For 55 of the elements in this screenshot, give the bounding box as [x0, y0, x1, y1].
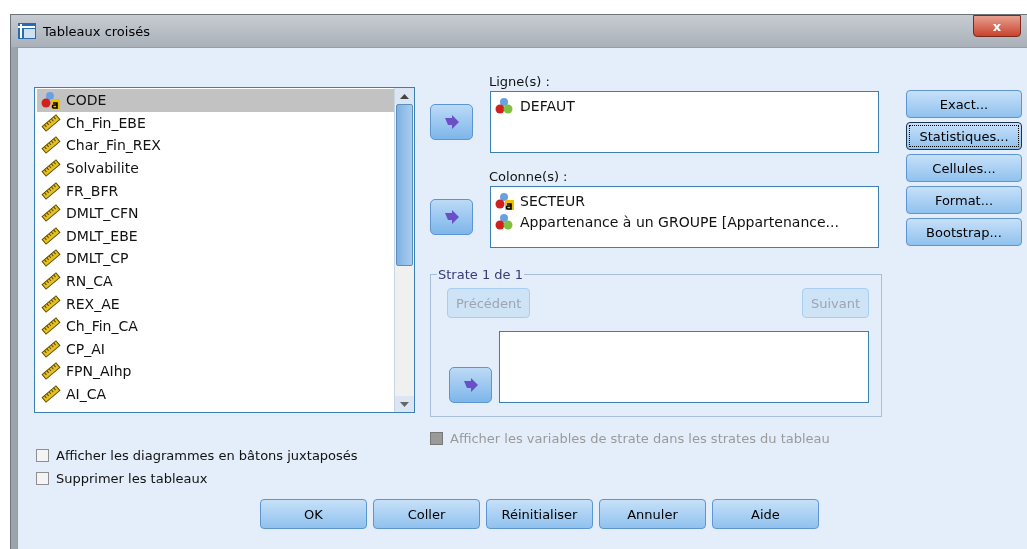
dialog-button[interactable]: Statistiques... [906, 122, 1022, 150]
variable-item[interactable]: FPN_AIhp [37, 360, 394, 383]
arrow-right-icon [443, 115, 460, 129]
scrollbar[interactable] [394, 88, 414, 412]
target-label: Colonne(s) : [489, 169, 569, 186]
variable-item[interactable]: RN_CA [37, 269, 394, 293]
crosstab-icon [17, 22, 37, 40]
variable-item[interactable]: REX_AE [37, 292, 394, 315]
variable-item[interactable]: CP_AI [37, 337, 394, 361]
nominal-string-icon [41, 91, 61, 110]
target-item[interactable]: Appartenance à un GROUPE [Appartenance... [495, 211, 874, 232]
variable-item[interactable]: DMLT_CP [37, 247, 394, 270]
dialog-button[interactable]: Cellules... [906, 154, 1022, 182]
dialog-button[interactable]: Format... [906, 186, 1022, 214]
scroll-up-icon[interactable] [400, 93, 409, 99]
dialog-button[interactable]: OK [260, 499, 367, 529]
arrow-right-icon [462, 378, 479, 392]
target-item[interactable]: SECTEUR [495, 190, 874, 211]
variable-item[interactable]: DMLT_CFN [37, 201, 394, 225]
target-list[interactable]: SECTEUR Appartenance à un GROUPE [Appartenance... [490, 186, 879, 248]
checkbox[interactable] [36, 472, 49, 485]
layer-list[interactable] [499, 331, 869, 403]
variable-item[interactable]: Solvabilite [37, 156, 394, 180]
nominal-icon [495, 212, 515, 231]
checkbox-label: Afficher les diagrammes en bâtons juxtaposés [56, 448, 358, 463]
nominal-string-icon [495, 191, 515, 210]
target-label: Ligne(s) : [489, 74, 551, 91]
checkbox[interactable] [36, 449, 49, 462]
variable-list[interactable]: CODE Ch_Fin_EBE Char_Fin_REX Solvabilite FR_BFR DMLT_CFN DMLT_EBE DMLT_CP RN_CA REX_AE Ch_Fin_CA CP_AI FPN_AIhp AI_CA [34, 87, 415, 413]
variable-item[interactable]: Char_Fin_REX [37, 134, 394, 157]
target-list[interactable]: DEFAUT [490, 91, 879, 153]
variable-item[interactable]: AI_CA [37, 382, 394, 406]
checkbox-label: Supprimer les tableaux [56, 471, 208, 486]
scroll-down-icon[interactable] [400, 401, 409, 407]
checkbox-label: Afficher les variables de strate dans les strates du tableau [450, 431, 830, 446]
variable-item[interactable]: Ch_Fin_EBE [37, 111, 394, 135]
variable-item[interactable]: FR_BFR [37, 179, 394, 202]
target-item[interactable]: DEFAUT [495, 95, 874, 116]
dialog-button[interactable]: Exact... [906, 90, 1022, 118]
move-button[interactable] [449, 367, 492, 403]
move-button[interactable] [430, 199, 473, 235]
scrollbar-thumb[interactable] [396, 104, 413, 266]
dialog-button[interactable]: Coller [373, 499, 480, 529]
group-title: Strate 1 de 1 [437, 267, 524, 282]
nominal-icon [495, 96, 515, 115]
variable-item[interactable]: Ch_Fin_CA [37, 314, 394, 338]
window-title: Tableaux croisés [43, 23, 151, 39]
move-button[interactable] [430, 104, 473, 140]
dialog-button[interactable]: Annuler [599, 499, 706, 529]
dialog-button[interactable]: Aide [712, 499, 819, 529]
variable-item[interactable]: CODE [37, 89, 394, 112]
dialog-button[interactable]: Bootstrap... [906, 218, 1022, 246]
arrow-right-icon [443, 210, 460, 224]
dialog-button[interactable]: Réinitialiser [486, 499, 593, 529]
variable-item[interactable]: DMLT_EBE [37, 224, 394, 248]
